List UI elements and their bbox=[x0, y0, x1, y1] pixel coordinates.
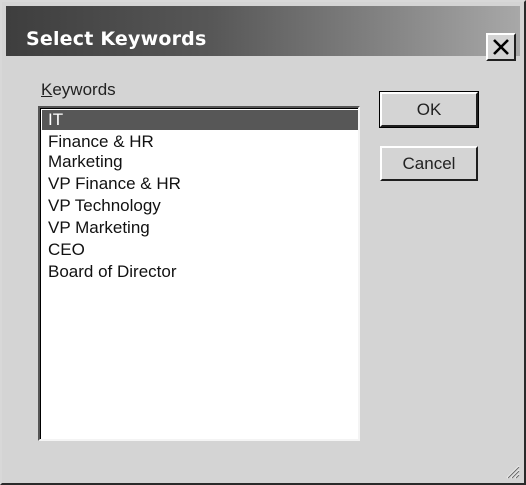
list-item-board-of-director[interactable]: Board of Director bbox=[42, 262, 358, 282]
ok-button[interactable]: OK bbox=[379, 91, 479, 128]
cancel-button[interactable]: Cancel bbox=[380, 146, 478, 181]
keywords-listbox[interactable]: IT Finance & HR Marketing VP Finance & H… bbox=[38, 106, 360, 441]
title-bar[interactable]: Select Keywords bbox=[6, 6, 520, 61]
list-item-vp-marketing[interactable]: VP Marketing bbox=[42, 218, 358, 238]
list-item-ceo[interactable]: CEO bbox=[42, 240, 358, 260]
keywords-label: Keywords bbox=[41, 80, 116, 100]
list-item-vp-technology[interactable]: VP Technology bbox=[42, 196, 358, 216]
resize-grip-icon[interactable] bbox=[504, 463, 520, 479]
close-icon bbox=[493, 39, 509, 55]
list-item-vp-finance-hr[interactable]: VP Finance & HR bbox=[42, 174, 358, 194]
list-item-marketing[interactable]: Marketing bbox=[42, 152, 358, 172]
dialog-title: Select Keywords bbox=[26, 28, 207, 50]
close-button[interactable] bbox=[486, 33, 516, 61]
keywords-label-rest: eywords bbox=[52, 80, 116, 99]
keywords-label-mnemonic: K bbox=[41, 80, 53, 99]
select-keywords-dialog: Select Keywords Keywords IT Finance & HR… bbox=[0, 0, 526, 485]
list-item-finance-hr[interactable]: Finance & HR bbox=[42, 132, 358, 152]
list-item-it[interactable]: IT bbox=[42, 110, 358, 130]
